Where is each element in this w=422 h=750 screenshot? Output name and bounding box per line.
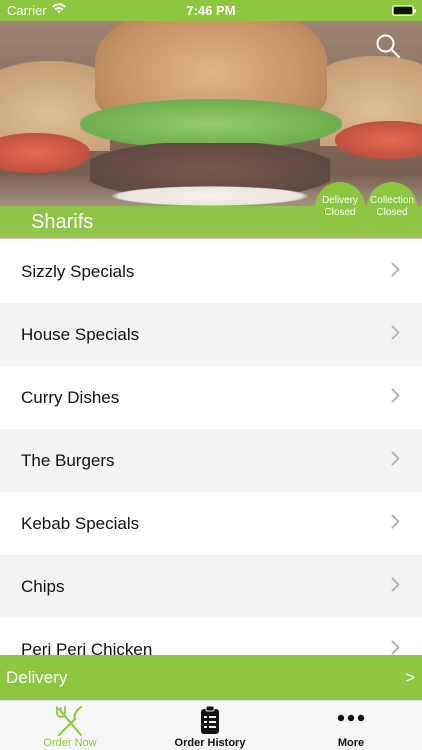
tab-more[interactable]: More [281,701,421,750]
tab-order-history[interactable]: Order History [140,701,280,750]
collection-status-value: Closed [376,207,408,218]
collection-status-title: Collection [370,195,414,206]
menu-category-label: Curry Dishes [21,387,120,407]
chevron-right-icon [391,451,400,471]
clipboard-list-icon [199,705,221,738]
delivery-arrow-icon: > [405,668,415,687]
chevron-right-icon [391,262,400,282]
status-bar: Carrier 7:46 PM [0,0,422,21]
battery-icon [392,5,416,16]
delivery-status-title: Delivery [321,195,359,206]
chevron-right-icon [391,640,400,656]
menu-category-chips[interactable]: Chips [0,555,422,618]
collection-status-badge: Collection Closed [367,182,417,232]
restaurant-name: Sharifs [31,211,94,233]
menu-category-the-burgers[interactable]: The Burgers [0,429,422,492]
menu-category-peri-peri-chicken[interactable]: Peri Peri Chicken [0,618,422,655]
menu-category-label: Chips [21,576,65,596]
menu-category-label: Peri Peri Chicken [21,639,153,656]
delivery-mode-button[interactable]: Delivery > [0,655,422,700]
menu-category-label: Sizzly Specials [21,261,135,281]
chevron-right-icon [391,514,400,534]
delivery-status-badge: Delivery Closed [315,182,365,232]
more-dots-icon [337,713,365,725]
bottom-tab-bar: Order Now Order History More [0,700,422,750]
menu-category-list[interactable]: Sizzly Specials House Specials Curry Dis… [0,240,422,655]
tab-more-label: More [337,737,365,749]
menu-category-label: House Specials [21,324,140,344]
menu-category-kebab-specials[interactable]: Kebab Specials [0,492,422,555]
search-icon[interactable] [375,33,401,59]
menu-category-sizzly-specials[interactable]: Sizzly Specials [0,240,422,303]
menu-category-curry-dishes[interactable]: Curry Dishes [0,366,422,429]
tab-order-now-label: Order Now [43,737,97,749]
chevron-right-icon [391,325,400,345]
menu-category-house-specials[interactable]: House Specials [0,303,422,366]
delivery-mode-label: Delivery [6,668,68,687]
tab-order-now[interactable]: Order Now [0,701,140,750]
chevron-right-icon [391,577,400,597]
tab-order-history-label: Order History [174,737,246,749]
delivery-status-value: Closed [324,207,356,218]
fork-knife-icon [53,705,87,740]
clock-time: 7:46 PM [186,3,236,18]
chevron-right-icon [391,388,400,408]
menu-category-label: Kebab Specials [21,513,140,533]
menu-category-label: The Burgers [21,450,115,470]
